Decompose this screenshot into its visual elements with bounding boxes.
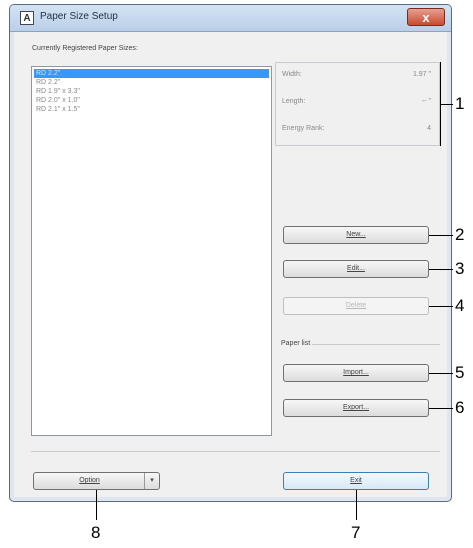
- length-label: Length:: [282, 98, 306, 105]
- title-bar: A Paper Size Setup x: [10, 5, 451, 32]
- footer-divider: [31, 451, 440, 452]
- list-item[interactable]: RD 2.2": [34, 69, 269, 78]
- list-header: Currently Registered Paper Sizes:: [32, 45, 138, 52]
- new-button-label: New...: [346, 231, 366, 238]
- delete-button[interactable]: Delete: [283, 297, 429, 315]
- list-item[interactable]: RD 2.1" x 1.5": [32, 105, 271, 114]
- callout-line-8: [96, 490, 97, 520]
- paper-list-label: Paper list: [281, 340, 311, 347]
- app-icon: A: [20, 11, 34, 25]
- callout-2: 2: [455, 225, 465, 244]
- option-button-label: Option: [79, 477, 100, 484]
- callout-line-1: [440, 104, 453, 105]
- chevron-down-icon[interactable]: ▾: [144, 473, 159, 489]
- callout-5: 5: [455, 363, 465, 382]
- callout-line-3: [429, 269, 453, 270]
- list-item[interactable]: RD 1.9" x 3.3": [32, 87, 271, 96]
- paper-list-divider: [312, 344, 440, 345]
- exit-button-label: Exit: [350, 477, 362, 484]
- paper-info-panel: Width: 1.97 " Length: -- " Energy Rank: …: [275, 62, 440, 146]
- callout-line-2: [429, 235, 453, 236]
- callout-line-5: [429, 373, 453, 374]
- length-value: -- ": [421, 98, 431, 105]
- export-button-label: Export...: [342, 404, 370, 411]
- edit-button-label: Edit...: [347, 265, 365, 272]
- callout-line-7: [356, 490, 357, 520]
- callout-8: 8: [91, 523, 101, 542]
- energy-rank-label: Energy Rank:: [282, 125, 325, 132]
- callout-7: 7: [351, 523, 361, 542]
- close-button[interactable]: x: [407, 8, 445, 26]
- callout-line-6: [429, 408, 453, 409]
- import-button-label: Import...: [343, 369, 369, 376]
- option-button[interactable]: Option ▾: [33, 472, 160, 490]
- list-item[interactable]: RD 2.0" x 1.0": [32, 96, 271, 105]
- export-button[interactable]: Export...: [283, 399, 429, 417]
- width-label: Width:: [282, 71, 302, 78]
- delete-button-label: Delete: [345, 302, 367, 309]
- window-title: Paper Size Setup: [40, 11, 118, 22]
- new-button[interactable]: New...: [283, 226, 429, 244]
- callout-4: 4: [455, 296, 465, 315]
- edit-button[interactable]: Edit...: [283, 260, 429, 278]
- callout-1: 1: [455, 94, 465, 113]
- callout-3: 3: [455, 259, 465, 278]
- callout-line-4: [429, 306, 453, 307]
- width-value: 1.97 ": [412, 71, 431, 78]
- import-button[interactable]: Import...: [283, 364, 429, 382]
- exit-button[interactable]: Exit: [283, 472, 429, 490]
- paper-size-list[interactable]: RD 2.2" RD 2.2" RD 1.9" x 3.3" RD 2.0" x…: [31, 66, 272, 436]
- energy-rank-value: 4: [427, 125, 431, 132]
- callout-6: 6: [455, 398, 465, 417]
- list-item[interactable]: RD 2.2": [32, 78, 271, 87]
